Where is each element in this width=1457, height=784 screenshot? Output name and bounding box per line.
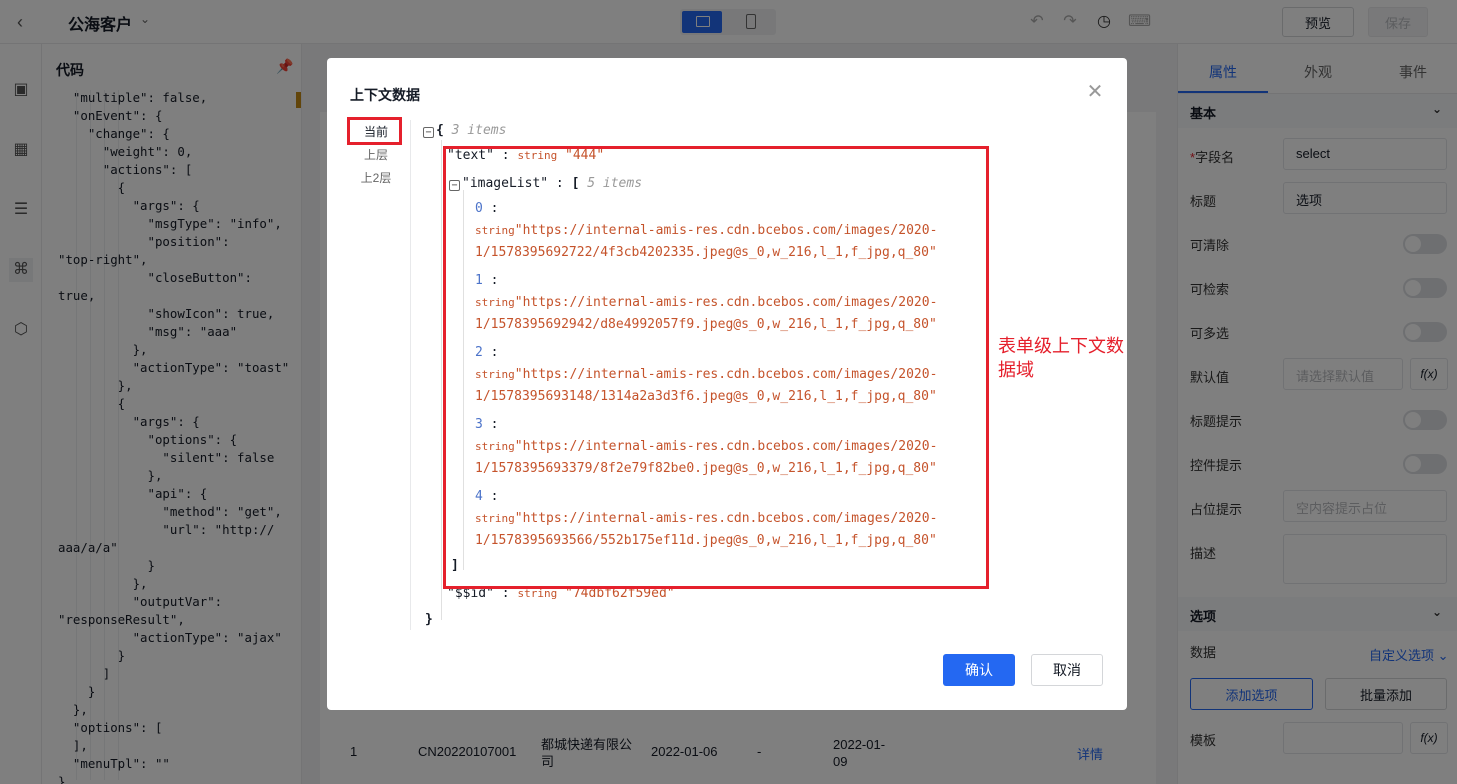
json-root-close: } [425, 612, 433, 627]
cancel-button[interactable]: 取消 [1031, 654, 1103, 686]
context-data-modal: 上下文数据 ✕ 当前 上层 上2层 −{ 3 items "text" : st… [327, 58, 1127, 710]
close-icon[interactable]: ✕ [1085, 82, 1105, 102]
confirm-button[interactable]: 确认 [943, 654, 1015, 686]
scope-grandparent[interactable]: 上2层 [349, 166, 403, 190]
highlight-box-form-context [443, 146, 989, 589]
collapse-icon[interactable]: − [423, 127, 434, 138]
scope-divider [410, 120, 411, 630]
annotation-label: 表单级上下文数据域 [998, 336, 1124, 380]
tree-guide [441, 140, 442, 620]
scope-parent[interactable]: 上层 [349, 143, 403, 167]
modal-title: 上下文数据 [350, 87, 420, 103]
highlight-box-current [347, 117, 402, 145]
json-root-open: −{ 3 items [423, 120, 506, 142]
